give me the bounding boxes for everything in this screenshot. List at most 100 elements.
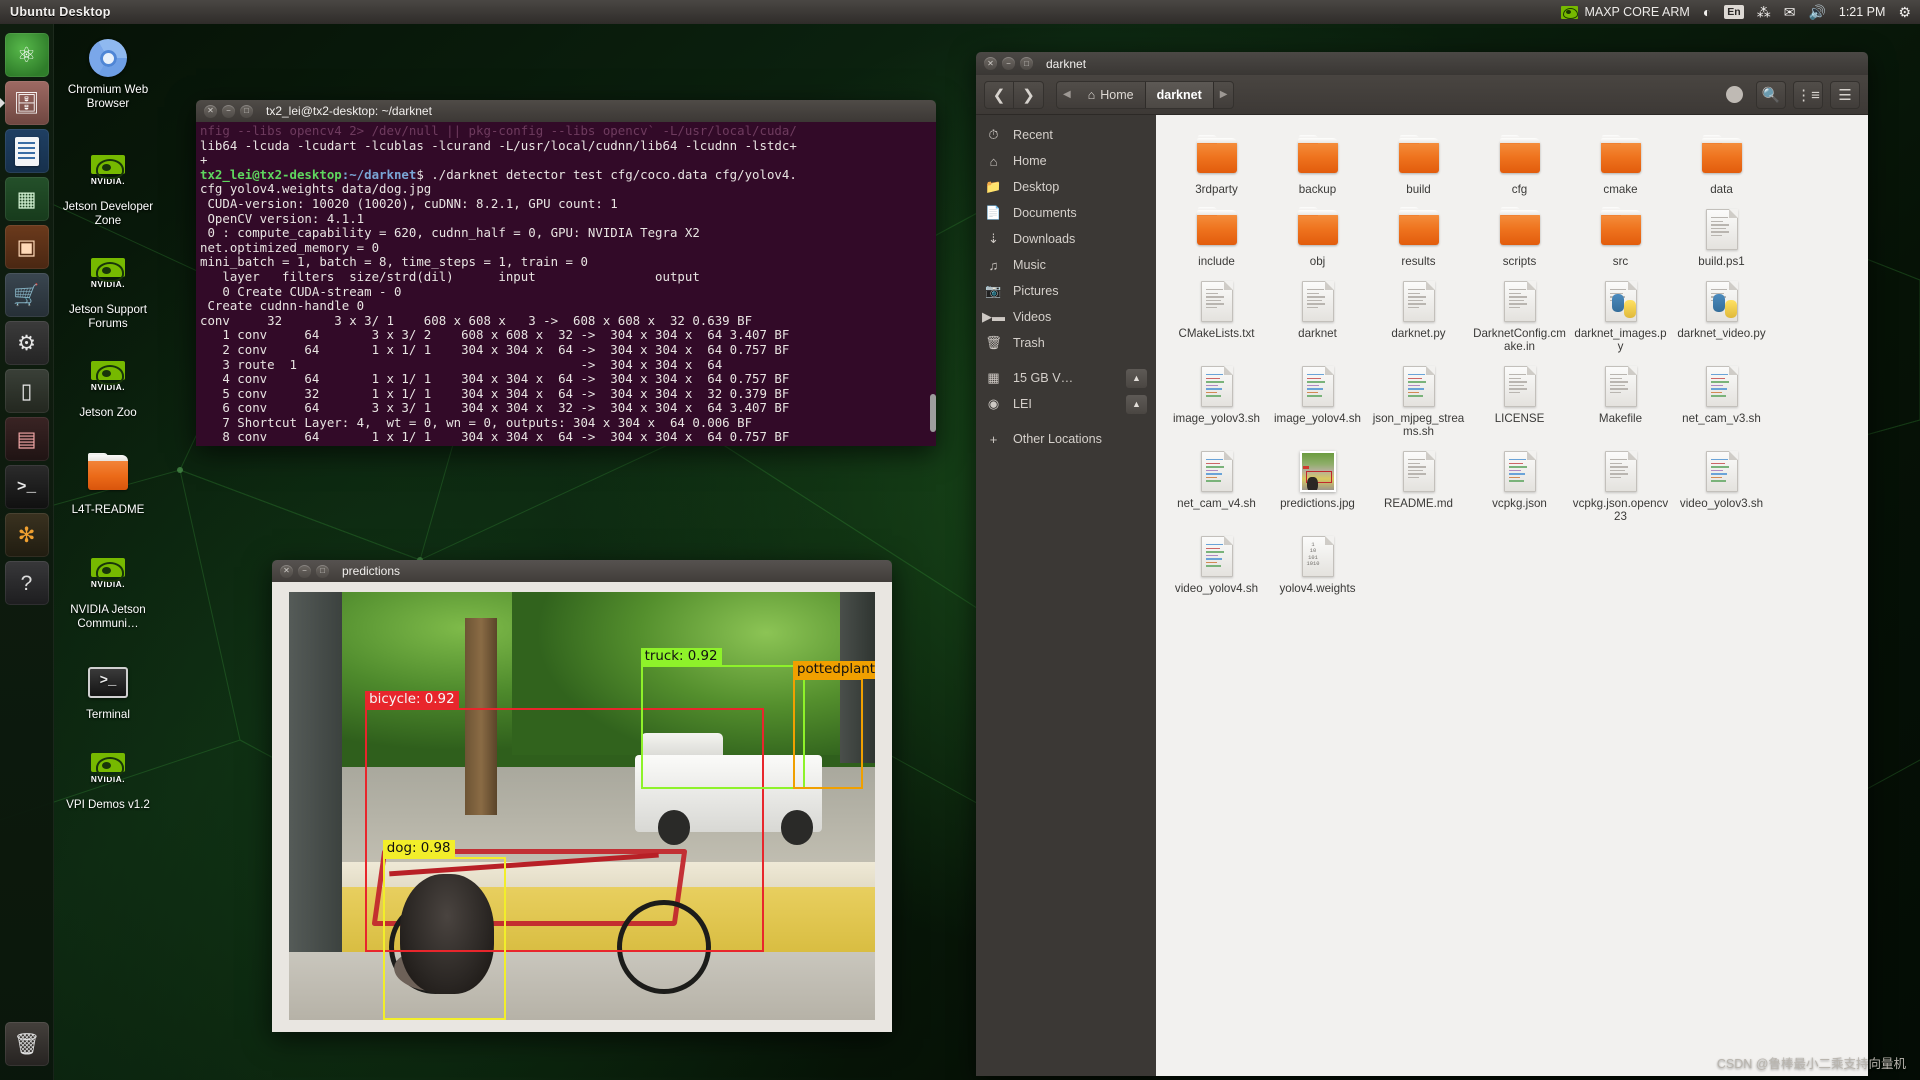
file-item[interactable]: vcpkg.json bbox=[1469, 442, 1570, 527]
desktop-icon-jetson-developer-zone[interactable]: NVIDIA. Jetson Developer Zone bbox=[62, 150, 154, 227]
file-item[interactable]: build.ps1 bbox=[1671, 200, 1772, 272]
file-item[interactable]: src bbox=[1570, 200, 1671, 272]
files-titlebar[interactable]: ✕ − □ darknet bbox=[976, 52, 1868, 75]
file-item[interactable]: 1101011010yolov4.weights bbox=[1267, 527, 1368, 599]
launcher-item-help[interactable]: ? bbox=[5, 561, 49, 605]
file-item[interactable]: net_cam_v4.sh bbox=[1166, 442, 1267, 527]
clock-label[interactable]: 1:21 PM bbox=[1839, 5, 1886, 19]
sidebar-item-desktop[interactable]: 📁Desktop bbox=[976, 174, 1156, 200]
launcher-item-libreoffice-calc[interactable]: ▦ bbox=[5, 177, 49, 221]
file-item[interactable]: cmake bbox=[1570, 128, 1671, 200]
sidebar-item-other-locations[interactable]: +Other Locations bbox=[976, 426, 1156, 452]
file-item[interactable]: CMakeLists.txt bbox=[1166, 272, 1267, 357]
menu-hamburger-icon[interactable]: ☰ bbox=[1830, 81, 1860, 109]
eject-icon[interactable]: ▲ bbox=[1126, 369, 1147, 388]
launcher-item-sd-card[interactable]: ▤ bbox=[5, 417, 49, 461]
minimize-icon[interactable]: − bbox=[1002, 57, 1015, 70]
location-dot-icon[interactable] bbox=[1719, 81, 1749, 109]
eject-icon[interactable]: ▲ bbox=[1126, 395, 1147, 414]
sidebar-item-music[interactable]: ♫Music bbox=[976, 252, 1156, 278]
file-item[interactable]: obj bbox=[1267, 200, 1368, 272]
launcher-item-terminal[interactable]: >_ bbox=[5, 465, 49, 509]
predictions-window[interactable]: ✕ − □ predictions bicycle: 0.92 truck: 0… bbox=[272, 560, 892, 1032]
file-item[interactable]: vcpkg.json.opencv23 bbox=[1570, 442, 1671, 527]
file-item[interactable]: image_yolov4.sh bbox=[1267, 357, 1368, 442]
view-list-icon[interactable]: ⋮≡ bbox=[1793, 81, 1823, 109]
launcher-item-disk[interactable]: ▯ bbox=[5, 369, 49, 413]
terminal-titlebar[interactable]: ✕ − □ tx2_lei@tx2-desktop: ~/darknet bbox=[196, 100, 936, 122]
file-item[interactable]: results bbox=[1368, 200, 1469, 272]
file-item[interactable]: darknet_video.py bbox=[1671, 272, 1772, 357]
launcher-item-amazon[interactable]: ✻ bbox=[5, 513, 49, 557]
file-item[interactable]: predictions.jpg bbox=[1267, 442, 1368, 527]
file-item[interactable]: image_yolov3.sh bbox=[1166, 357, 1267, 442]
desktop-icon-vpi-demos[interactable]: NVIDIA. VPI Demos v1.2 bbox=[62, 748, 154, 812]
launcher-item-system-settings[interactable]: ⚙ bbox=[5, 321, 49, 365]
maximize-icon[interactable]: □ bbox=[1020, 57, 1033, 70]
file-item[interactable]: data bbox=[1671, 128, 1772, 200]
breadcrumb-scroll-left-icon[interactable]: ◀ bbox=[1057, 82, 1077, 108]
sidebar-item-videos[interactable]: ▶▬Videos bbox=[976, 304, 1156, 330]
file-item[interactable]: scripts bbox=[1469, 200, 1570, 272]
power-gear-icon[interactable]: ⚙ bbox=[1898, 4, 1911, 21]
files-window[interactable]: ✕ − □ darknet ❮ ❯ ◀ ⌂ Home darknet ▶ 🔍 ⋮… bbox=[976, 52, 1868, 1076]
forward-icon[interactable]: ❯ bbox=[1014, 81, 1044, 109]
file-item[interactable]: darknet.py bbox=[1368, 272, 1469, 357]
minimize-icon[interactable]: − bbox=[298, 565, 311, 578]
maximize-icon[interactable]: □ bbox=[316, 565, 329, 578]
launcher-item-libreoffice-writer[interactable] bbox=[5, 129, 49, 173]
launcher-item-libreoffice-impress[interactable]: ▣ bbox=[5, 225, 49, 269]
file-item[interactable]: Makefile bbox=[1570, 357, 1671, 442]
keyboard-layout-icon[interactable]: En bbox=[1724, 5, 1743, 19]
terminal-window[interactable]: ✕ − □ tx2_lei@tx2-desktop: ~/darknet nfi… bbox=[196, 100, 936, 446]
launcher-item-ubuntu-dash[interactable]: ⚛ bbox=[5, 33, 49, 77]
sidebar-item-volume-lei[interactable]: ◉LEI▲ bbox=[976, 391, 1156, 417]
file-item[interactable]: 3rdparty bbox=[1166, 128, 1267, 200]
nvidia-indicator[interactable]: MAXP CORE ARM bbox=[1561, 5, 1689, 19]
close-icon[interactable]: ✕ bbox=[280, 565, 293, 578]
sidebar-item-recent[interactable]: ⏱Recent bbox=[976, 122, 1156, 148]
file-item[interactable]: include bbox=[1166, 200, 1267, 272]
launcher-item-trash[interactable]: 🗑 bbox=[5, 1022, 49, 1066]
file-item[interactable]: DarknetConfig.cmake.in bbox=[1469, 272, 1570, 357]
desktop-icon-terminal[interactable]: >_ Terminal bbox=[62, 660, 154, 722]
sidebar-item-trash[interactable]: 🗑Trash bbox=[976, 330, 1156, 356]
launcher-item-ubuntu-software[interactable]: 🛒 bbox=[5, 273, 49, 317]
minimize-icon[interactable]: − bbox=[222, 105, 235, 118]
breadcrumb-scroll-right-icon[interactable]: ▶ bbox=[1214, 82, 1234, 108]
desktop-icon-chromium[interactable]: Chromium Web Browser bbox=[62, 36, 154, 110]
sidebar-item-volume-15gb[interactable]: ▦15 GB V…▲ bbox=[976, 365, 1156, 391]
sidebar-item-pictures[interactable]: 📷Pictures bbox=[976, 278, 1156, 304]
sidebar-item-documents[interactable]: 📄Documents bbox=[976, 200, 1156, 226]
close-icon[interactable]: ✕ bbox=[204, 105, 217, 118]
file-item[interactable]: net_cam_v3.sh bbox=[1671, 357, 1772, 442]
launcher-item-files[interactable]: 🗄 bbox=[5, 81, 49, 125]
file-item[interactable]: README.md bbox=[1368, 442, 1469, 527]
file-item[interactable]: darknet_images.py bbox=[1570, 272, 1671, 357]
desktop-icon-l4t-readme[interactable]: L4T-README bbox=[62, 452, 154, 517]
file-item[interactable]: darknet bbox=[1267, 272, 1368, 357]
file-item[interactable]: video_yolov3.sh bbox=[1671, 442, 1772, 527]
file-item[interactable]: video_yolov4.sh bbox=[1166, 527, 1267, 599]
file-item[interactable]: backup bbox=[1267, 128, 1368, 200]
file-item[interactable]: build bbox=[1368, 128, 1469, 200]
predictions-titlebar[interactable]: ✕ − □ predictions bbox=[272, 560, 892, 582]
desktop-icon-jetson-zoo[interactable]: NVIDIA. Jetson Zoo bbox=[62, 356, 154, 420]
back-icon[interactable]: ❮ bbox=[984, 81, 1014, 109]
file-item[interactable]: cfg bbox=[1469, 128, 1570, 200]
desktop-icon-jetson-support-forums[interactable]: NVIDIA. Jetson Support Forums bbox=[62, 253, 154, 330]
volume-icon[interactable]: 🔊 bbox=[1808, 4, 1825, 21]
file-item[interactable]: json_mjpeg_streams.sh bbox=[1368, 357, 1469, 442]
search-icon[interactable]: 🔍 bbox=[1756, 81, 1786, 109]
sidebar-item-downloads[interactable]: ⇣Downloads bbox=[976, 226, 1156, 252]
wifi-icon[interactable]: ◐︎ bbox=[1703, 4, 1711, 20]
mail-icon[interactable]: ✉ bbox=[1784, 4, 1796, 21]
breadcrumb-item-darknet[interactable]: darknet bbox=[1145, 82, 1214, 108]
sidebar-item-home[interactable]: ⌂Home bbox=[976, 148, 1156, 174]
close-icon[interactable]: ✕ bbox=[984, 57, 997, 70]
bluetooth-icon[interactable]: ⁂ bbox=[1757, 4, 1771, 21]
terminal-output[interactable]: nfig --libs opencv4 2> /dev/null || pkg-… bbox=[196, 122, 936, 446]
desktop-icon-jetson-community[interactable]: NVIDIA. NVIDIA Jetson Communi… bbox=[62, 553, 154, 630]
maximize-icon[interactable]: □ bbox=[240, 105, 253, 118]
breadcrumb-item-home[interactable]: ⌂ Home bbox=[1077, 82, 1145, 108]
